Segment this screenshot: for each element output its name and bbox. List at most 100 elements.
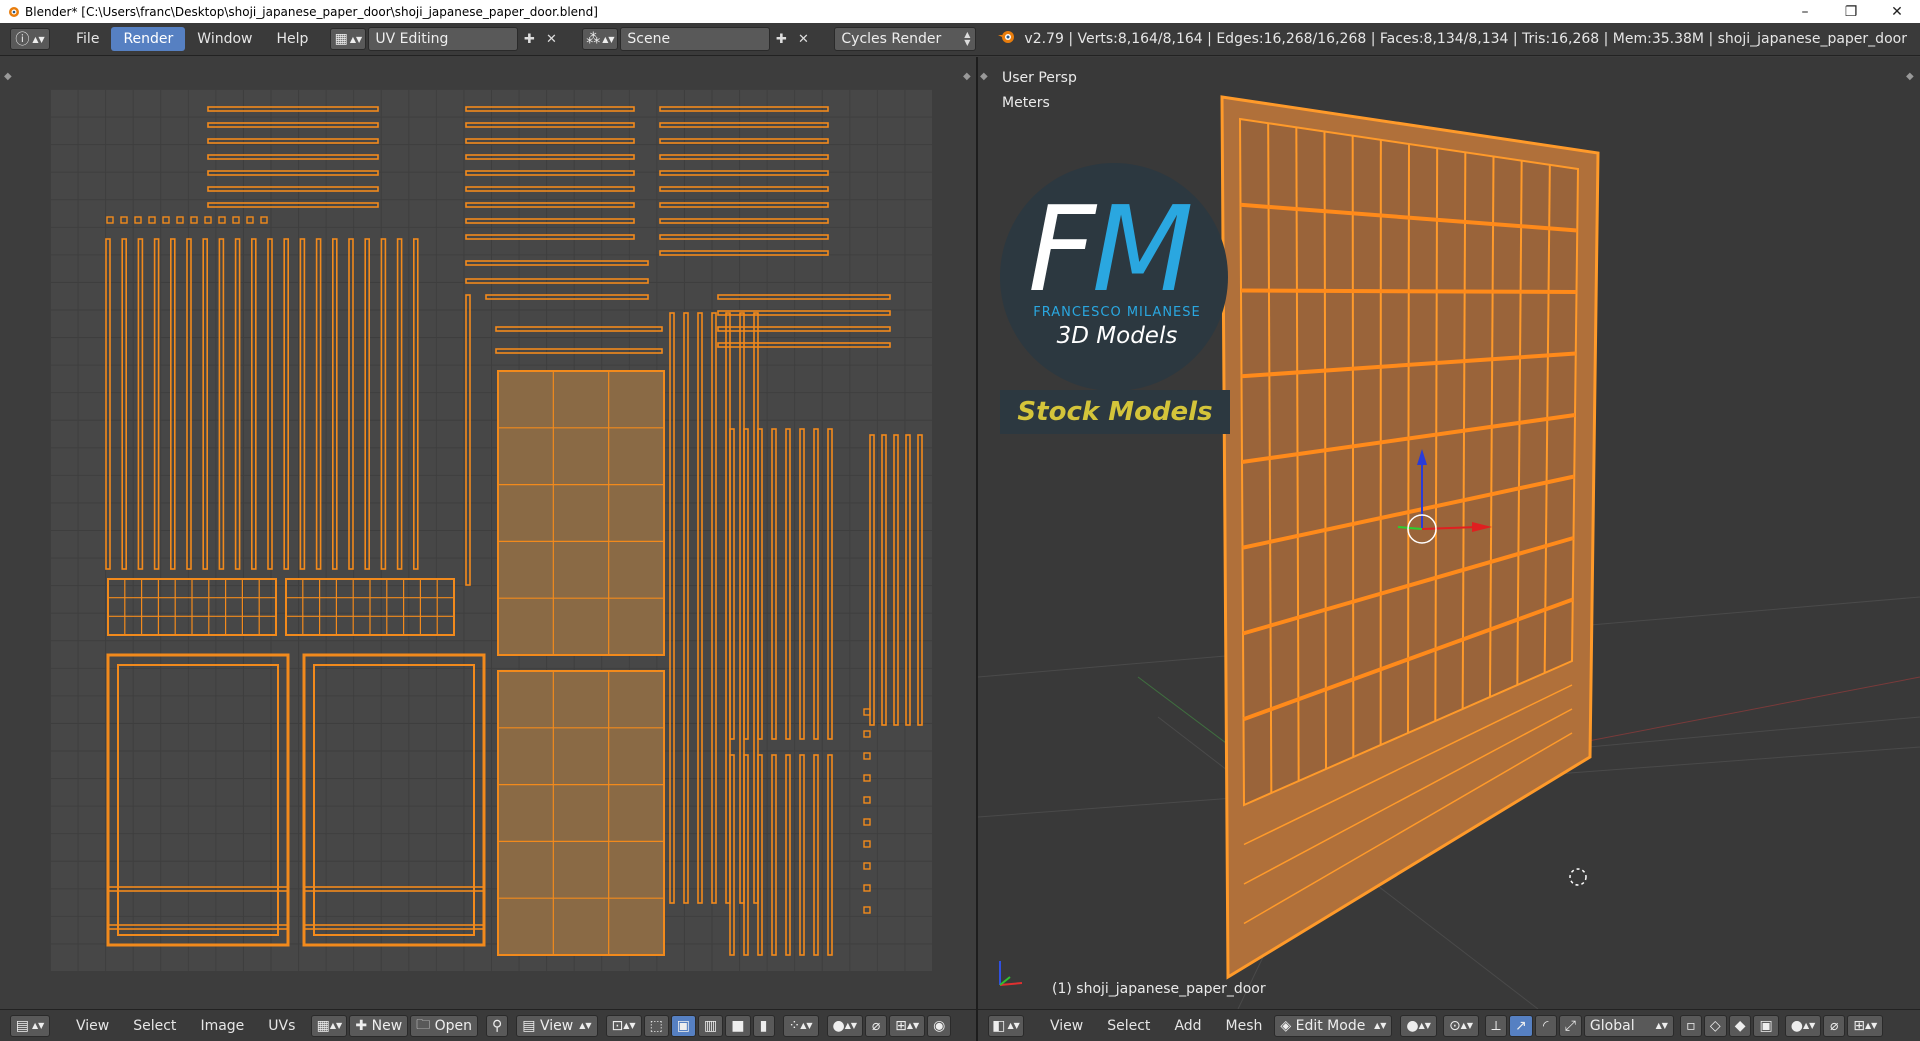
new-image-button[interactable]: ✚ New	[349, 1014, 409, 1037]
restore-button[interactable]: ❐	[1828, 0, 1874, 23]
image-browse-button[interactable]: ▦ ▲▼	[311, 1014, 348, 1037]
viewport-menu-select[interactable]: Select	[1095, 1014, 1162, 1038]
overlay-icon[interactable]: ◉	[927, 1014, 952, 1037]
open-image-button[interactable]: 🗀 Open	[410, 1014, 479, 1037]
uv-grid[interactable]	[50, 89, 932, 971]
viewport-shading-icon[interactable]: ● ▲▼	[1400, 1014, 1437, 1037]
uv-island	[396, 238, 403, 570]
uv-menu-select[interactable]: Select	[121, 1014, 188, 1038]
add-screen-icon[interactable]: ✚	[518, 27, 540, 51]
vertex-select-icon[interactable]: ▣	[670, 1014, 697, 1037]
sticky-select-icon[interactable]: ⁘ ▲▼	[782, 1014, 819, 1037]
uv-menu-uvs[interactable]: UVs	[256, 1014, 307, 1038]
uv-island	[683, 312, 689, 904]
island-select-icon[interactable]: ▮	[752, 1014, 775, 1037]
render-engine-value: Cycles Render	[841, 31, 942, 47]
uv-island	[170, 238, 176, 570]
uv-island	[207, 170, 379, 176]
face-mode-icon[interactable]: ◆	[1728, 1014, 1752, 1037]
window-title: Blender* [C:\Users\franc\Desktop\shoji_j…	[25, 4, 598, 19]
pivot-center-icon[interactable]: ⊙ ▲▼	[1442, 1014, 1479, 1037]
viewport-header: ◧ ▲▼ View Select Add Mesh ◈ Edit Mode ▲▼ ●…	[978, 1009, 1920, 1041]
toolshelf-toggle-icon[interactable]: ◆	[4, 71, 12, 82]
sync-selection-icon[interactable]: ⬚	[643, 1014, 669, 1037]
add-scene-icon[interactable]: ✚	[770, 27, 792, 51]
uv-island	[107, 924, 289, 930]
uv-island	[729, 754, 735, 956]
uv-image-editor[interactable]: ◆ ◆	[0, 57, 976, 1009]
uv-menu-view[interactable]: View	[64, 1014, 121, 1038]
watermark-subtitle: 3D Models	[1056, 323, 1178, 349]
uv-island	[863, 840, 871, 848]
uv-menu-image[interactable]: Image	[188, 1014, 256, 1038]
editor-type-3d-button[interactable]: ◧ ▲▼	[988, 1014, 1024, 1037]
menu-window[interactable]: Window	[185, 27, 264, 51]
menu-render[interactable]: Render	[111, 27, 186, 51]
uv-island	[207, 122, 379, 128]
face-select-icon[interactable]: ■	[725, 1014, 751, 1037]
transform-orientation-dropdown[interactable]: Global ▲▼	[1583, 1014, 1674, 1037]
uv-island	[881, 434, 887, 726]
edge-mode-icon[interactable]: ◇	[1703, 1014, 1727, 1037]
uv-island	[863, 730, 871, 738]
interaction-mode-dropdown[interactable]: ◈ Edit Mode ▲▼	[1274, 1014, 1393, 1037]
uv-frame	[117, 664, 279, 936]
editor-type-info-button[interactable]: ⓘ ▲▼	[10, 28, 50, 50]
uv-island	[799, 754, 805, 956]
uv-island	[893, 434, 899, 726]
3d-view-icon: ◧	[992, 1017, 1006, 1034]
viewport-menu-view[interactable]: View	[1038, 1014, 1095, 1038]
manipulator-toggle-icon[interactable]: ⟂	[1484, 1014, 1507, 1037]
screen-layout-icon-button[interactable]: ▦ ▲▼	[330, 28, 367, 50]
scene-icon-button[interactable]: ⁂ ▲▼	[582, 28, 619, 50]
uv-island	[659, 234, 829, 240]
uv-island	[120, 216, 128, 224]
snap-icon[interactable]: ⌀	[865, 1014, 888, 1037]
viewport-menu-add[interactable]: Add	[1162, 1014, 1213, 1038]
window-titlebar: Blender* [C:\Users\franc\Desktop\shoji_j…	[0, 0, 1920, 23]
proportional-edit-icon[interactable]: ● ▲▼	[826, 1014, 864, 1037]
uv-island	[717, 294, 891, 300]
limit-selection-icon[interactable]: ▣	[1753, 1014, 1779, 1037]
viewport-proportional-icon[interactable]: ● ▲▼	[1784, 1014, 1822, 1037]
uv-island	[303, 924, 485, 930]
view-mode-dropdown[interactable]: ▤ View ▲▼	[516, 1014, 598, 1037]
uv-island	[283, 238, 289, 570]
delete-screen-icon[interactable]: ✕	[540, 27, 562, 51]
uv-island	[207, 138, 379, 144]
uv-frame	[106, 653, 290, 947]
snap-element-icon[interactable]: ⊞ ▲▼	[889, 1014, 926, 1037]
uv-island	[863, 752, 871, 760]
new-image-label: New	[371, 1017, 403, 1034]
menu-help[interactable]: Help	[264, 27, 320, 51]
scale-manipulator-icon[interactable]: ⤢	[1558, 1014, 1582, 1037]
render-engine-dropdown[interactable]: Cycles Render ▲ ▼	[834, 27, 977, 51]
uv-island	[497, 670, 665, 956]
close-button[interactable]: ✕	[1874, 0, 1920, 23]
uv-island	[190, 216, 198, 224]
vertex-mode-icon[interactable]: ▫	[1679, 1014, 1702, 1037]
scene-field[interactable]: Scene	[620, 27, 771, 51]
viewport-snap-icon[interactable]: ⌀	[1823, 1014, 1846, 1037]
uv-island	[659, 170, 829, 176]
viewport-menu-mesh[interactable]: Mesh	[1214, 1014, 1275, 1038]
uv-island	[348, 238, 354, 570]
uv-island	[465, 154, 635, 160]
menu-file[interactable]: File	[64, 27, 111, 51]
rotate-manipulator-icon[interactable]: ◜	[1534, 1014, 1557, 1037]
translate-manipulator-icon[interactable]: ↗	[1508, 1014, 1533, 1037]
properties-toggle-icon[interactable]: ◆	[963, 71, 971, 82]
delete-scene-icon[interactable]: ✕	[792, 27, 814, 51]
editor-type-uv-button[interactable]: ▤ ▲▼	[10, 1014, 50, 1037]
uv-island	[659, 154, 829, 160]
uv-island	[863, 796, 871, 804]
uv-island	[785, 754, 791, 956]
uv-island	[905, 434, 911, 726]
edge-select-icon[interactable]: ▥	[698, 1014, 724, 1037]
minimize-button[interactable]: –	[1782, 0, 1828, 23]
screen-layout-field[interactable]: UV Editing	[368, 27, 519, 51]
pin-image-icon[interactable]: ⚲	[486, 1014, 509, 1037]
viewport-snap-element-icon[interactable]: ⊞ ▲▼	[1847, 1014, 1884, 1037]
uv-editor-header: ▤ ▲▼ View Select Image UVs ▦ ▲▼ ✚ New 🗀 Op…	[0, 1009, 976, 1041]
pivot-point-icon[interactable]: ⊡ ▲▼	[605, 1014, 642, 1037]
